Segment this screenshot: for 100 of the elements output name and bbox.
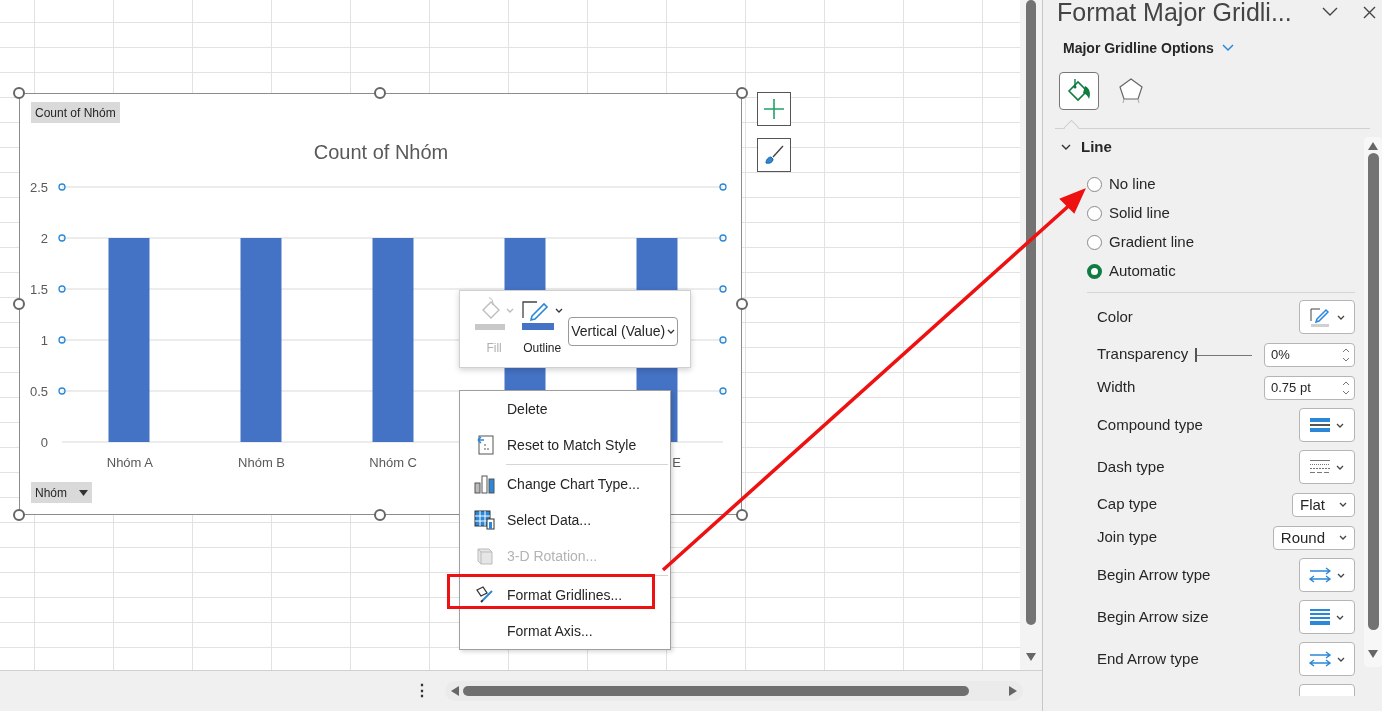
line-style-dropdown[interactable] xyxy=(1299,450,1355,484)
scroll-up-icon[interactable] xyxy=(1368,142,1378,150)
select-field[interactable]: Round xyxy=(1272,525,1355,550)
toolbar-button[interactable]: Outline xyxy=(520,296,565,354)
property-label: Dash type xyxy=(1097,456,1165,477)
chart-styles-button[interactable] xyxy=(757,138,791,172)
scroll-down-icon[interactable] xyxy=(1026,653,1036,661)
spin-field[interactable]: 0% xyxy=(1264,342,1355,367)
menu-item[interactable]: Delete xyxy=(460,391,670,427)
chart-element-dropdown[interactable]: Vertical (Value) xyxy=(568,317,678,346)
pane-scrollbar[interactable] xyxy=(1364,137,1382,667)
menu-item[interactable]: Change Chart Type... xyxy=(460,466,670,502)
caret-icon xyxy=(1336,614,1344,620)
property-label: Color xyxy=(1097,306,1133,327)
caret-icon xyxy=(1339,502,1347,507)
radio-button[interactable] xyxy=(1087,177,1102,192)
dashed-lines-icon xyxy=(1310,459,1330,475)
resize-handle[interactable] xyxy=(736,87,748,99)
property-label: Cap type xyxy=(1097,494,1158,515)
spin-arrows-icon xyxy=(1342,379,1350,396)
menu-item[interactable]: Format Gridlines... xyxy=(460,577,670,613)
section-header[interactable]: Line xyxy=(1061,135,1112,159)
property-label: Begin Arrow size xyxy=(1097,606,1209,627)
spin-value: 0% xyxy=(1271,345,1290,364)
radio-button[interactable] xyxy=(1087,235,1102,250)
pen-icon xyxy=(1309,306,1331,328)
caret-icon xyxy=(1336,464,1344,470)
scroll-right-icon[interactable] xyxy=(1009,686,1017,696)
property-label: Begin Arrow type xyxy=(1097,564,1211,585)
pivot-field-button[interactable]: Count of Nhóm xyxy=(31,102,120,123)
options-dropdown[interactable]: Major Gridline Options xyxy=(1063,36,1234,60)
resize-handle[interactable] xyxy=(13,87,25,99)
category-label: Nhóm B xyxy=(238,455,285,470)
transparency-slider[interactable] xyxy=(1195,347,1252,362)
more-options-icon[interactable]: ⋮ xyxy=(414,683,426,699)
line-style-dropdown[interactable] xyxy=(1299,600,1355,634)
scroll-down-icon[interactable] xyxy=(1368,650,1378,658)
property-label: End Arrow type xyxy=(1097,648,1199,669)
category-label: Nhóm A xyxy=(106,455,153,470)
format-brush-icon xyxy=(474,585,496,605)
horizontal-scrollbar[interactable] xyxy=(445,681,1023,701)
pane-title: Format Major Gridli... xyxy=(1057,0,1292,25)
caret-icon xyxy=(1336,422,1344,428)
paint-bucket-icon xyxy=(474,296,505,330)
data-grid-icon xyxy=(474,510,496,530)
bar-chart-icon xyxy=(474,474,496,494)
spin-arrows-icon xyxy=(1342,346,1350,363)
radio-button[interactable] xyxy=(1087,264,1102,279)
caret-icon xyxy=(667,329,676,334)
menu-item[interactable]: Reset to Match Style xyxy=(460,427,670,463)
axis-tick-label: 2.5 xyxy=(29,180,48,195)
double-arrows-icon xyxy=(1309,650,1331,668)
resize-handle[interactable] xyxy=(736,509,748,521)
axis-tick-label: 0.5 xyxy=(29,384,48,399)
close-icon[interactable] xyxy=(1363,5,1376,19)
scroll-left-icon[interactable] xyxy=(451,686,459,696)
radio-option[interactable]: Gradient line xyxy=(1087,228,1359,257)
cube-icon xyxy=(475,546,495,566)
menu-item[interactable]: Format Axis... xyxy=(460,613,670,649)
select-field[interactable]: Flat xyxy=(1292,492,1355,517)
resize-handle[interactable] xyxy=(13,509,25,521)
chevron-down-icon[interactable] xyxy=(1322,7,1338,17)
color-picker-button[interactable] xyxy=(1299,300,1355,334)
radio-option[interactable]: Automatic xyxy=(1087,257,1359,286)
vertical-scrollbar[interactable] xyxy=(1020,0,1042,670)
pentagon-icon xyxy=(1118,77,1144,105)
caret-icon xyxy=(1337,572,1345,578)
category-label: Nhóm C xyxy=(369,455,417,470)
category-label: E xyxy=(672,455,681,470)
axis-tick-label: 1 xyxy=(40,333,48,348)
caret-icon xyxy=(505,308,514,313)
property-label: Compound type xyxy=(1097,414,1203,435)
spin-field[interactable]: 0.75 pt xyxy=(1264,375,1355,400)
chart-title: Count of Nhóm xyxy=(313,141,449,163)
resize-handle[interactable] xyxy=(13,298,25,310)
property-label: Join type xyxy=(1097,527,1158,548)
property-label: Transparency xyxy=(1097,344,1189,365)
spreadsheet-grid[interactable] xyxy=(0,0,1020,670)
property-label: Width xyxy=(1097,377,1136,398)
caret-icon xyxy=(1339,535,1347,540)
line-style-dropdown[interactable] xyxy=(1299,408,1355,442)
paintbrush-icon xyxy=(763,144,785,166)
radio-option[interactable]: Solid line xyxy=(1087,199,1359,228)
spin-value: 0.75 pt xyxy=(1271,378,1311,397)
compound-lines-icon xyxy=(1310,417,1330,433)
caret-icon xyxy=(554,308,563,313)
radio-button[interactable] xyxy=(1087,206,1102,221)
line-sizes-icon xyxy=(1310,609,1330,625)
axis-tick-label: 2 xyxy=(40,231,48,246)
resize-handle[interactable] xyxy=(374,87,386,99)
caret-icon xyxy=(1337,656,1345,662)
reset-style-icon xyxy=(475,434,495,456)
pivot-field-button[interactable]: Nhóm xyxy=(31,482,92,503)
radio-option[interactable]: No line xyxy=(1087,170,1359,199)
chart-elements-button[interactable] xyxy=(757,92,791,126)
axis-tick-label: 1.5 xyxy=(29,282,48,297)
double-arrows-icon xyxy=(1309,566,1331,584)
pane-tab[interactable] xyxy=(1059,72,1099,110)
axis-tick-label: 0 xyxy=(40,435,48,450)
chevron-down-icon xyxy=(1221,44,1234,52)
